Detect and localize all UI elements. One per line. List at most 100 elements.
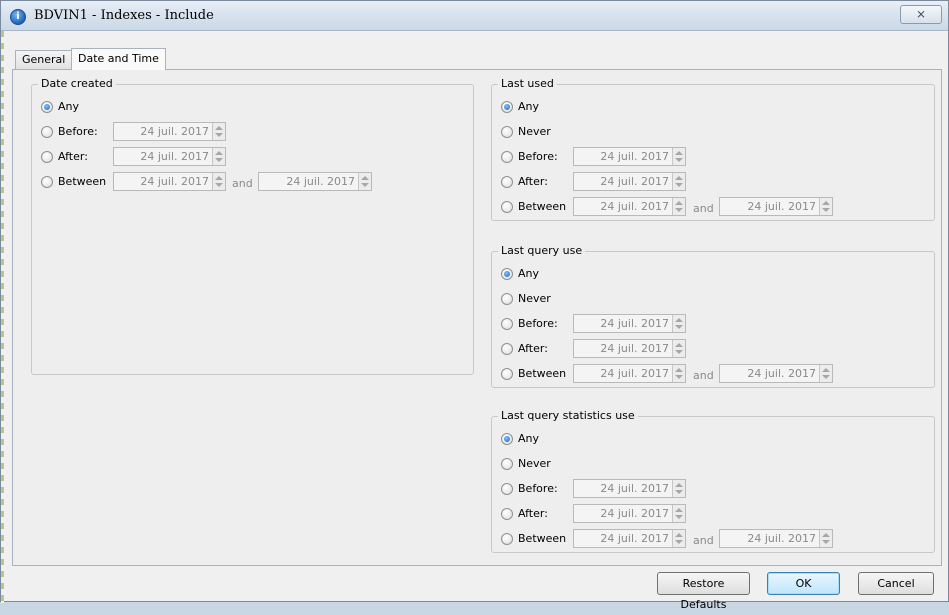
date-time-panel: Date created Any Before: 24 juil. 2017 A… — [12, 69, 942, 566]
date-spinner-to[interactable]: 24 juil. 2017 — [719, 197, 833, 216]
date-spinner-from[interactable]: 24 juil. 2017 — [573, 197, 686, 216]
last-query-use-never-option[interactable]: Never — [492, 289, 932, 309]
option-label: After: — [518, 175, 548, 188]
radio-button[interactable] — [41, 101, 53, 113]
spinner-arrows-icon[interactable] — [672, 530, 685, 547]
last-query-use-after-option[interactable]: After: 24 juil. 2017 — [492, 339, 932, 359]
spinner-arrows-icon[interactable] — [672, 198, 685, 215]
spinner-arrows-icon[interactable] — [672, 340, 685, 357]
group-title: Date created — [38, 77, 116, 90]
date-value: 24 juil. 2017 — [747, 367, 816, 380]
spinner-arrows-icon[interactable] — [819, 198, 832, 215]
spinner-arrows-icon[interactable] — [672, 315, 685, 332]
date-value: 24 juil. 2017 — [600, 482, 669, 495]
date-spinner-to[interactable]: 24 juil. 2017 — [719, 364, 833, 383]
date-value: 24 juil. 2017 — [747, 200, 816, 213]
date-spinner[interactable]: 24 juil. 2017 — [573, 504, 686, 523]
last-query-statistics-use-after-option[interactable]: After: 24 juil. 2017 — [492, 504, 932, 524]
last-used-any-option[interactable]: Any — [492, 97, 932, 117]
radio-button[interactable] — [501, 343, 513, 355]
and-label: and — [693, 202, 714, 215]
spinner-arrows-icon[interactable] — [212, 148, 225, 165]
spinner-arrows-icon[interactable] — [672, 148, 685, 165]
spinner-arrows-icon[interactable] — [672, 173, 685, 190]
close-button[interactable]: ⨯ — [900, 5, 942, 24]
radio-button[interactable] — [501, 458, 513, 470]
tab-general[interactable]: General — [15, 50, 73, 69]
last-query-use-any-option[interactable]: Any — [492, 264, 932, 284]
restore-defaults-button[interactable]: Restore Defaults — [657, 572, 750, 611]
spinner-arrows-icon[interactable] — [672, 505, 685, 522]
last-query-use-before-option[interactable]: Before: 24 juil. 2017 — [492, 314, 932, 334]
date-created-after-option[interactable]: After: 24 juil. 2017 — [32, 147, 472, 167]
option-label: Before: — [518, 482, 558, 495]
date-spinner-from[interactable]: 24 juil. 2017 — [113, 172, 226, 191]
last-query-statistics-use-before-option[interactable]: Before: 24 juil. 2017 — [492, 479, 932, 499]
radio-button[interactable] — [41, 151, 53, 163]
and-label: and — [232, 177, 253, 190]
group-title: Last query use — [498, 244, 586, 257]
spinner-arrows-icon[interactable] — [819, 365, 832, 382]
option-label: Never — [518, 457, 551, 470]
last-used-never-option[interactable]: Never — [492, 122, 932, 142]
radio-button[interactable] — [501, 368, 513, 380]
radio-button[interactable] — [41, 126, 53, 138]
date-created-before-option[interactable]: Before: 24 juil. 2017 — [32, 122, 472, 142]
tab-date-and-time[interactable]: Date and Time — [71, 48, 166, 70]
radio-button[interactable] — [41, 176, 53, 188]
last-query-statistics-use-between-option[interactable]: Between 24 juil. 2017 and 24 juil. 2017 — [492, 529, 932, 549]
radio-button[interactable] — [501, 318, 513, 330]
close-icon: ⨯ — [915, 7, 927, 21]
radio-button[interactable] — [501, 433, 513, 445]
date-spinner-from[interactable]: 24 juil. 2017 — [573, 529, 686, 548]
window-title: BDVIN1 - Indexes - Include — [34, 8, 214, 23]
option-label: Between — [58, 175, 107, 188]
date-value: 24 juil. 2017 — [600, 507, 669, 520]
last-query-statistics-use-any-option[interactable]: Any — [492, 429, 932, 449]
radio-button[interactable] — [501, 101, 513, 113]
date-spinner-to[interactable]: 24 juil. 2017 — [258, 172, 372, 191]
option-label: Between — [518, 532, 567, 545]
date-created-any-option[interactable]: Any — [32, 97, 472, 117]
spinner-arrows-icon[interactable] — [212, 173, 225, 190]
cancel-button[interactable]: Cancel — [858, 572, 934, 595]
date-value: 24 juil. 2017 — [747, 532, 816, 545]
radio-button[interactable] — [501, 268, 513, 280]
date-spinner[interactable]: 24 juil. 2017 — [113, 122, 226, 141]
date-spinner[interactable]: 24 juil. 2017 — [573, 147, 686, 166]
date-created-between-option[interactable]: Between 24 juil. 2017 and 24 juil. 2017 — [32, 172, 472, 192]
radio-button[interactable] — [501, 151, 513, 163]
radio-button[interactable] — [501, 533, 513, 545]
ok-button[interactable]: OK — [767, 572, 840, 595]
last-used-before-option[interactable]: Before: 24 juil. 2017 — [492, 147, 932, 167]
date-spinner-to[interactable]: 24 juil. 2017 — [719, 529, 833, 548]
option-label: Between — [518, 200, 567, 213]
date-value: 24 juil. 2017 — [600, 367, 669, 380]
radio-button[interactable] — [501, 126, 513, 138]
radio-button[interactable] — [501, 508, 513, 520]
radio-button[interactable] — [501, 483, 513, 495]
date-value: 24 juil. 2017 — [140, 150, 209, 163]
spinner-arrows-icon[interactable] — [819, 530, 832, 547]
date-spinner[interactable]: 24 juil. 2017 — [573, 172, 686, 191]
spinner-arrows-icon[interactable] — [358, 173, 371, 190]
last-used-between-option[interactable]: Between 24 juil. 2017 and 24 juil. 2017 — [492, 197, 932, 217]
option-label: Before: — [518, 150, 558, 163]
date-spinner[interactable]: 24 juil. 2017 — [113, 147, 226, 166]
date-spinner[interactable]: 24 juil. 2017 — [573, 314, 686, 333]
and-label: and — [693, 369, 714, 382]
radio-button[interactable] — [501, 293, 513, 305]
last-used-after-option[interactable]: After: 24 juil. 2017 — [492, 172, 932, 192]
title-bar[interactable]: i BDVIN1 - Indexes - Include ⨯ — [1, 1, 948, 31]
date-spinner[interactable]: 24 juil. 2017 — [573, 339, 686, 358]
spinner-arrows-icon[interactable] — [212, 123, 225, 140]
radio-button[interactable] — [501, 201, 513, 213]
date-spinner[interactable]: 24 juil. 2017 — [573, 479, 686, 498]
spinner-arrows-icon[interactable] — [672, 480, 685, 497]
last-query-use-between-option[interactable]: Between 24 juil. 2017 and 24 juil. 2017 — [492, 364, 932, 384]
radio-button[interactable] — [501, 176, 513, 188]
date-spinner-from[interactable]: 24 juil. 2017 — [573, 364, 686, 383]
last-query-statistics-use-never-option[interactable]: Never — [492, 454, 932, 474]
option-label: Never — [518, 292, 551, 305]
spinner-arrows-icon[interactable] — [672, 365, 685, 382]
